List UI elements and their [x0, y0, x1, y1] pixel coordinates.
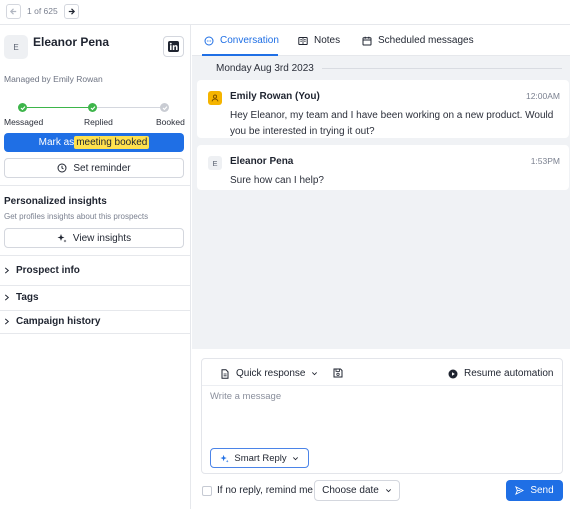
message-input[interactable]: Write a message [210, 391, 281, 402]
clock-icon [57, 163, 67, 173]
chevron-down-icon [385, 489, 391, 493]
user-avatar [208, 91, 222, 105]
message-sender: Eleanor Pena [230, 156, 294, 167]
remind-label: If no reply, remind me [217, 485, 313, 496]
prev-button[interactable] [6, 3, 21, 19]
send-label: Send [530, 485, 554, 496]
divider [0, 255, 191, 256]
step-connector [27, 107, 88, 108]
send-icon [515, 486, 525, 495]
quick-response-dropdown[interactable]: Quick response [220, 368, 318, 379]
conversation-panel: Conversation Notes Scheduled messages Mo… [192, 25, 570, 509]
prospect-name: Eleanor Pena [33, 35, 110, 49]
step-connector [97, 107, 160, 108]
date-line [321, 68, 562, 69]
linkedin-icon [168, 41, 179, 52]
user-icon [211, 94, 219, 102]
resume-automation-button[interactable]: Resume automation [448, 368, 554, 379]
view-insights-label: View insights [72, 232, 132, 244]
conversation-date: Monday Aug 3rd 2023 [216, 63, 314, 74]
step-label-replied: Replied [84, 117, 113, 127]
resume-automation-label: Resume automation [464, 368, 554, 379]
prospect-avatar: E [208, 156, 222, 170]
chevron-right-icon [4, 267, 10, 274]
chevron-down-icon [292, 456, 298, 460]
mark-button-highlight: meeting booked [74, 136, 150, 149]
date-divider: Monday Aug 3rd 2023 [216, 63, 562, 74]
choose-date-dropdown[interactable]: Choose date [314, 480, 400, 501]
step-label-booked: Booked [156, 117, 185, 127]
section-tags[interactable]: Tags [4, 292, 39, 303]
composer-footer: If no reply, remind me Choose date Send [192, 480, 570, 502]
document-icon [221, 368, 229, 379]
play-circle-icon [448, 369, 458, 378]
section-label: Campaign history [16, 316, 101, 327]
calendar-icon [362, 36, 372, 45]
tab-conversation[interactable]: Conversation [204, 35, 279, 46]
step-done-icon [88, 103, 97, 112]
mark-meeting-booked-button[interactable]: Mark as meeting booked [4, 133, 184, 152]
view-insights-button[interactable]: View insights [4, 228, 184, 248]
message-sender: Emily Rowan (You) [230, 91, 320, 102]
message-body: Hey Eleanor, my team and I have been wor… [230, 110, 554, 137]
avatar: E [4, 35, 28, 59]
divider [0, 333, 191, 334]
next-button[interactable] [63, 3, 79, 19]
chevron-right-icon [4, 294, 10, 301]
linkedin-button[interactable] [163, 36, 184, 57]
section-label: Prospect info [16, 265, 80, 276]
pager-count: 1 of 625 [27, 6, 58, 16]
message-card: Emily Rowan (You) 12:00AM Hey Eleanor, m… [197, 80, 569, 138]
pager: 1 of 625 [6, 3, 79, 19]
managed-by: Managed by Emily Rowan [4, 74, 103, 84]
message-composer: Quick response Resume automation Write a… [201, 358, 563, 474]
sparkle-icon [220, 454, 229, 463]
chat-icon [204, 36, 214, 45]
message-time: 12:00AM [525, 91, 560, 101]
arrow-left-icon [9, 7, 17, 15]
message-time: 1:53PM [530, 156, 560, 166]
step-label-messaged: Messaged [4, 117, 44, 127]
arrow-right-icon [68, 7, 75, 15]
divider [0, 285, 191, 286]
tab-notes[interactable]: Notes [298, 35, 340, 46]
tab-bar: Conversation Notes Scheduled messages [192, 25, 570, 56]
save-icon [333, 368, 343, 378]
divider [0, 185, 191, 186]
chevron-down-icon [312, 372, 318, 376]
message-body: Sure how can I help? [230, 175, 324, 186]
set-reminder-button[interactable]: Set reminder [4, 158, 184, 178]
section-campaign-history[interactable]: Campaign history [4, 316, 100, 327]
quick-response-label: Quick response [236, 368, 306, 379]
choose-date-label: Choose date [322, 485, 379, 496]
tab-label: Conversation [220, 35, 279, 46]
tab-label: Scheduled messages [378, 35, 474, 46]
divider [0, 310, 191, 311]
composer-divider [202, 385, 562, 386]
set-reminder-label: Set reminder [73, 162, 131, 174]
chevron-right-icon [4, 318, 10, 325]
send-button[interactable]: Send [506, 480, 563, 501]
notebook-icon [298, 36, 308, 45]
prospect-panel: E Eleanor Pena Managed by Emily Rowan Me… [0, 25, 191, 509]
tab-scheduled-messages[interactable]: Scheduled messages [362, 35, 474, 46]
mark-button-prefix: Mark as [38, 137, 75, 148]
sparkle-icon [57, 234, 67, 243]
save-template-button[interactable] [333, 368, 343, 378]
tab-label: Notes [314, 35, 341, 46]
step-pending-icon [160, 103, 169, 112]
section-prospect-info[interactable]: Prospect info [4, 265, 80, 276]
step-done-icon [18, 103, 27, 112]
message-card: E Eleanor Pena 1:53PM Sure how can I hel… [197, 145, 569, 190]
active-tab-indicator [202, 54, 278, 56]
smart-reply-button[interactable]: Smart Reply [210, 448, 309, 468]
remind-checkbox[interactable] [202, 486, 212, 496]
insights-subtitle: Get profiles insights about this prospec… [4, 212, 149, 221]
smart-reply-label: Smart Reply [234, 452, 287, 464]
section-label: Tags [16, 292, 39, 303]
insights-title: Personalized insights [4, 196, 107, 207]
pipeline-progress: Messaged Replied Booked [0, 103, 191, 133]
composer-area: Quick response Resume automation Write a… [192, 349, 570, 509]
